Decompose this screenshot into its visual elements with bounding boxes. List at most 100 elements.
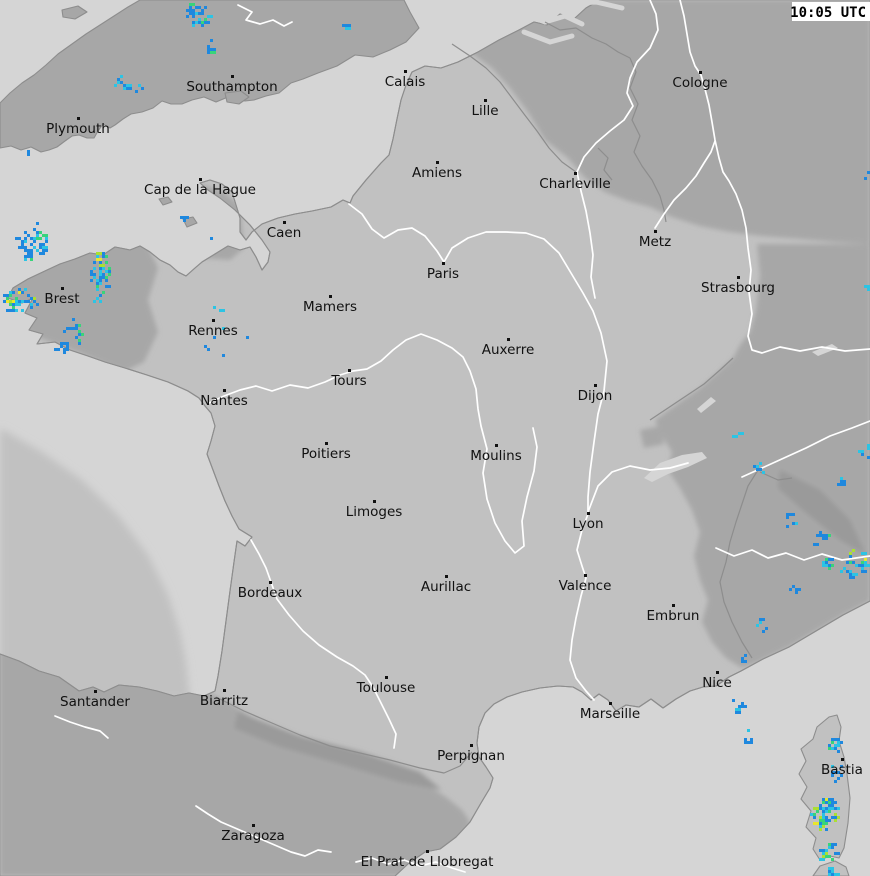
- radar-echo-cell: [27, 150, 30, 153]
- radar-echo-cell: [816, 534, 819, 537]
- radar-echo-cell: [831, 558, 834, 561]
- radar-echo-cell: [42, 243, 45, 246]
- radar-echo-cell: [99, 270, 102, 273]
- radar-echo-cell: [741, 432, 744, 435]
- radar-echo-cell: [855, 564, 858, 567]
- radar-echo-cell: [6, 309, 9, 312]
- radar-map[interactable]: SouthamptonPlymouthCalaisLilleCologneAmi…: [0, 0, 870, 876]
- radar-echo-cell: [828, 798, 831, 801]
- radar-echo-cell: [348, 24, 351, 27]
- city-dot: [587, 512, 590, 515]
- radar-echo-cell: [864, 561, 867, 564]
- radar-echo-cell: [828, 744, 831, 747]
- radar-echo-cell: [744, 705, 747, 708]
- radar-echo-cell: [30, 243, 33, 246]
- radar-echo-cell: [57, 348, 60, 351]
- city-label: Cap de la Hague: [144, 182, 256, 198]
- radar-echo-cell: [123, 84, 126, 87]
- radar-echo-cell: [828, 558, 831, 561]
- radar-echo-cell: [246, 336, 249, 339]
- radar-echo-cell: [861, 567, 864, 570]
- radar-echo-cell: [825, 801, 828, 804]
- radar-echo-cell: [834, 813, 837, 816]
- radar-echo-cell: [849, 576, 852, 579]
- radar-echo-cell: [96, 258, 99, 261]
- radar-echo-cell: [861, 450, 864, 453]
- radar-echo-cell: [18, 246, 21, 249]
- radar-echo-cell: [834, 801, 837, 804]
- radar-echo-cell: [822, 858, 825, 861]
- radar-echo-cell: [63, 342, 66, 345]
- radar-echo-cell: [852, 576, 855, 579]
- city-dot: [231, 75, 234, 78]
- radar-echo-cell: [75, 327, 78, 330]
- city-dot: [699, 71, 702, 74]
- radar-echo-cell: [42, 249, 45, 252]
- radar-echo-cell: [24, 258, 27, 261]
- radar-echo-cell: [861, 453, 864, 456]
- city-dot: [404, 70, 407, 73]
- radar-echo-cell: [63, 348, 66, 351]
- radar-echo-cell: [24, 288, 27, 291]
- city-dot: [61, 287, 64, 290]
- city-label: Bordeaux: [238, 585, 303, 601]
- radar-echo-cell: [192, 3, 195, 6]
- radar-echo-cell: [819, 531, 822, 534]
- radar-echo-cell: [831, 738, 834, 741]
- radar-echo-cell: [6, 294, 9, 297]
- radar-echo-cell: [819, 804, 822, 807]
- radar-echo-cell: [99, 267, 102, 270]
- radar-echo-cell: [129, 87, 132, 90]
- radar-echo-cell: [213, 51, 216, 54]
- radar-echo-cell: [816, 543, 819, 546]
- radar-echo-cell: [108, 285, 111, 288]
- city-label: Charleville: [539, 176, 610, 192]
- radar-echo-cell: [834, 816, 837, 819]
- radar-echo-cell: [819, 822, 822, 825]
- radar-echo-cell: [96, 279, 99, 282]
- radar-echo-cell: [21, 240, 24, 243]
- radar-echo-cell: [27, 249, 30, 252]
- radar-echo-cell: [831, 846, 834, 849]
- city-label: Rennes: [188, 323, 238, 339]
- radar-echo-cell: [207, 48, 210, 51]
- radar-echo-cell: [24, 240, 27, 243]
- radar-echo-cell: [66, 342, 69, 345]
- radar-map-stage[interactable]: SouthamptonPlymouthCalaisLilleCologneAmi…: [0, 0, 870, 876]
- radar-echo-cell: [861, 561, 864, 564]
- radar-echo-cell: [348, 27, 351, 30]
- radar-echo-cell: [834, 852, 837, 855]
- radar-echo-cell: [102, 264, 105, 267]
- radar-echo-cell: [12, 300, 15, 303]
- radar-echo-cell: [738, 711, 741, 714]
- radar-echo-cell: [825, 558, 828, 561]
- radar-echo-cell: [741, 705, 744, 708]
- radar-echo-cell: [195, 21, 198, 24]
- radar-echo-cell: [831, 741, 834, 744]
- radar-echo-cell: [207, 45, 210, 48]
- radar-echo-cell: [750, 738, 753, 741]
- radar-echo-cell: [30, 237, 33, 240]
- radar-echo-cell: [18, 288, 21, 291]
- city-dot: [495, 444, 498, 447]
- radar-echo-cell: [30, 249, 33, 252]
- radar-echo-cell: [33, 237, 36, 240]
- radar-echo-cell: [825, 561, 828, 564]
- city-label: Toulouse: [356, 680, 416, 696]
- radar-echo-cell: [96, 288, 99, 291]
- city-dot: [77, 117, 80, 120]
- radar-echo-cell: [825, 816, 828, 819]
- radar-echo-cell: [30, 258, 33, 261]
- radar-echo-cell: [849, 555, 852, 558]
- radar-echo-cell: [99, 261, 102, 264]
- radar-echo-cell: [36, 234, 39, 237]
- radar-echo-cell: [201, 21, 204, 24]
- city-dot: [325, 442, 328, 445]
- radar-echo-cell: [75, 324, 78, 327]
- radar-echo-cell: [738, 705, 741, 708]
- radar-echo-cell: [66, 345, 69, 348]
- radar-echo-cell: [24, 249, 27, 252]
- radar-echo-cell: [195, 6, 198, 9]
- radar-echo-cell: [831, 564, 834, 567]
- radar-echo-cell: [816, 807, 819, 810]
